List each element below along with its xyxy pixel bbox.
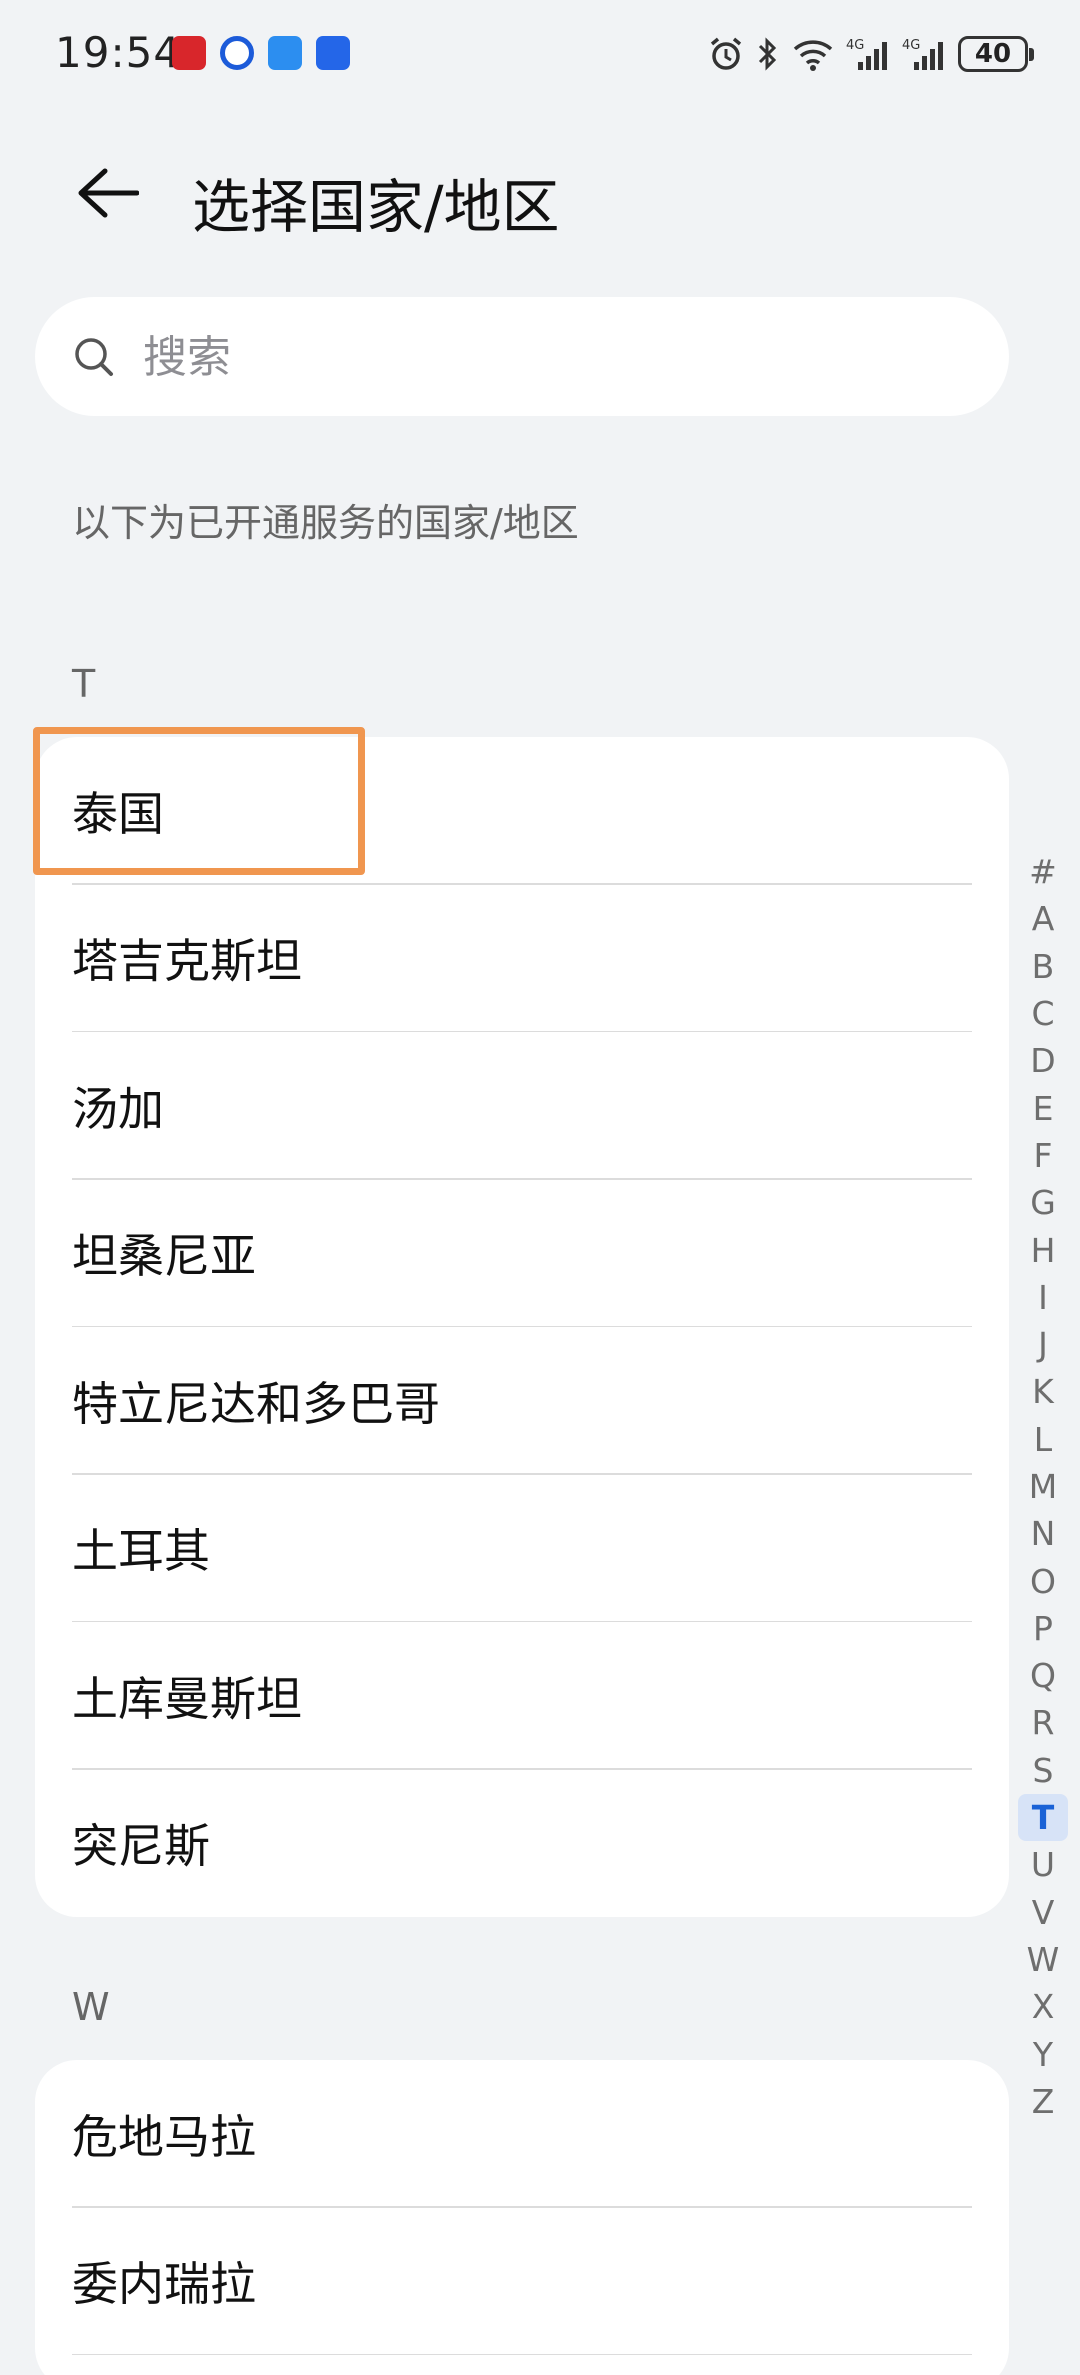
country-name: 特立尼达和多巴哥 (72, 1376, 440, 1431)
country-item[interactable]: 土库曼斯坦 (35, 1622, 1009, 1770)
info-text: 以下为已开通服务的国家/地区 (72, 501, 579, 545)
index-letter[interactable]: S (1018, 1747, 1068, 1794)
index-letter[interactable]: C (1018, 990, 1068, 1037)
country-name: 泰国 (72, 786, 164, 841)
country-name: 土库曼斯坦 (72, 1671, 302, 1726)
index-letter[interactable]: H (1018, 1226, 1068, 1273)
page-title: 选择国家/地区 (192, 173, 560, 241)
index-letter[interactable]: W (1018, 1936, 1068, 1983)
search-input[interactable] (143, 317, 963, 397)
index-letter[interactable]: Z (1018, 2078, 1068, 2125)
divider (72, 2353, 972, 2355)
signal-4g-icon: 4G (846, 38, 887, 70)
index-letter[interactable]: G (1018, 1179, 1068, 1226)
index-letter[interactable]: Y (1018, 2030, 1068, 2077)
country-name: 土耳其 (72, 1524, 210, 1579)
country-name: 汤加 (72, 1081, 164, 1136)
search-box[interactable] (35, 297, 1009, 416)
country-item[interactable]: 坦桑尼亚 (35, 1180, 1009, 1327)
index-letter[interactable]: X (1018, 1983, 1068, 2030)
status-time: 19:54 (55, 28, 182, 77)
alphabet-index-bar[interactable]: # A B C D E F G H I J K L M N O P Q R S T U V W X Y Z (1018, 848, 1068, 2125)
index-letter[interactable]: B (1018, 943, 1068, 990)
index-letter[interactable]: E (1018, 1084, 1068, 1131)
country-item[interactable]: 土耳其 (35, 1475, 1009, 1622)
country-name: 危地马拉 (72, 2109, 256, 2164)
index-letter[interactable]: U (1018, 1841, 1068, 1888)
index-letter[interactable]: Q (1018, 1652, 1068, 1699)
index-letter[interactable]: J (1018, 1321, 1068, 1368)
country-card-w: 危地马拉 委内瑞拉 (35, 2060, 1009, 2375)
battery-indicator: 40 (958, 36, 1034, 72)
index-letter[interactable]: K (1018, 1368, 1068, 1415)
country-name: 坦桑尼亚 (72, 1229, 256, 1284)
index-letter[interactable]: M (1018, 1463, 1068, 1510)
svg-text:4G: 4G (902, 38, 920, 53)
country-item[interactable]: 突尼斯 (35, 1770, 1009, 1918)
section-header-w: W (72, 1985, 110, 2029)
country-item[interactable]: 塔吉克斯坦 (35, 885, 1009, 1032)
news-app-icon (172, 36, 206, 70)
index-letter[interactable]: V (1018, 1889, 1068, 1936)
index-letter[interactable]: F (1018, 1132, 1068, 1179)
wifi-icon (793, 40, 833, 71)
index-letter[interactable]: I (1018, 1274, 1068, 1321)
country-card-t: 泰国 塔吉克斯坦 汤加 坦桑尼亚 特立尼达和多巴哥 土耳其 土库曼斯坦 突尼斯 (35, 737, 1009, 1917)
index-letter[interactable]: R (1018, 1699, 1068, 1746)
bluetooth-icon (758, 37, 777, 71)
back-arrow-icon (78, 168, 139, 218)
country-name: 塔吉克斯坦 (72, 934, 302, 989)
index-letter[interactable]: L (1018, 1416, 1068, 1463)
screen: 19:54 4G 4G 40 选择国家/地区 以下为已开通服务的国家/地区 T … (0, 0, 1080, 2375)
country-item[interactable]: 泰国 (35, 737, 1009, 885)
country-name: 突尼斯 (72, 1819, 210, 1874)
index-letter[interactable]: A (1018, 895, 1068, 942)
circle-app-icon (220, 36, 254, 70)
bulb-app-icon (316, 36, 350, 70)
country-item[interactable]: 委内瑞拉 (35, 2208, 1009, 2355)
index-letter[interactable]: D (1018, 1037, 1068, 1084)
alarm-icon (710, 37, 742, 70)
svg-text:4G: 4G (846, 38, 864, 53)
index-letter[interactable]: # (1018, 848, 1068, 895)
back-button[interactable] (72, 158, 142, 228)
country-item[interactable]: 特立尼达和多巴哥 (35, 1327, 1009, 1475)
index-letter[interactable]: P (1018, 1605, 1068, 1652)
weather-app-icon (268, 36, 302, 70)
index-letter[interactable]: T (1018, 1793, 1068, 1842)
country-item[interactable]: 汤加 (35, 1032, 1009, 1180)
index-letter[interactable]: N (1018, 1510, 1068, 1557)
country-name: 委内瑞拉 (72, 2257, 256, 2312)
section-header-t: T (72, 662, 96, 706)
country-item[interactable]: 危地马拉 (35, 2060, 1009, 2208)
signal-4g-icon-2: 4G (902, 38, 943, 70)
status-right-icons: 4G 4G 40 (708, 30, 1034, 78)
search-icon (75, 338, 113, 376)
status-bar: 19:54 4G 4G 40 (0, 0, 1080, 108)
index-letter[interactable]: O (1018, 1557, 1068, 1604)
